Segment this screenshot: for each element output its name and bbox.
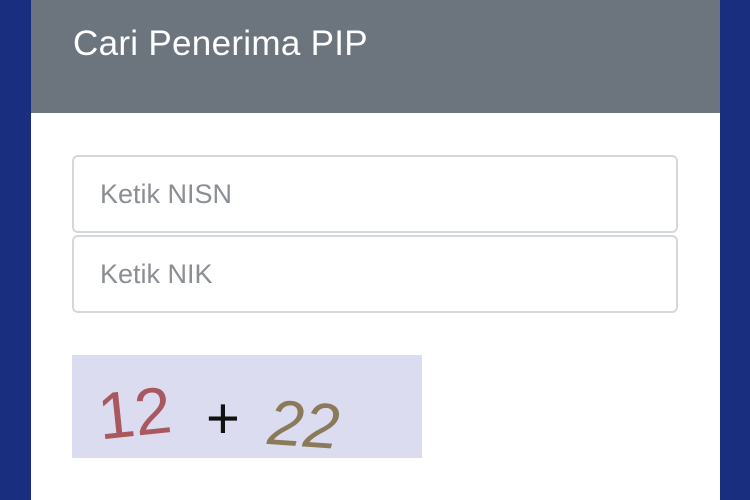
- card-header: Cari Penerima PIP: [31, 0, 720, 113]
- captcha-operand-2: 22: [265, 386, 342, 458]
- page-title: Cari Penerima PIP: [73, 24, 368, 63]
- captcha-image: 12 + 22: [72, 355, 422, 458]
- nisn-input[interactable]: [72, 155, 678, 233]
- search-card: Cari Penerima PIP 12 + 22: [31, 0, 720, 500]
- captcha-operand-1: 12: [94, 372, 175, 453]
- captcha-operator: +: [206, 386, 240, 451]
- nik-input[interactable]: [72, 235, 678, 313]
